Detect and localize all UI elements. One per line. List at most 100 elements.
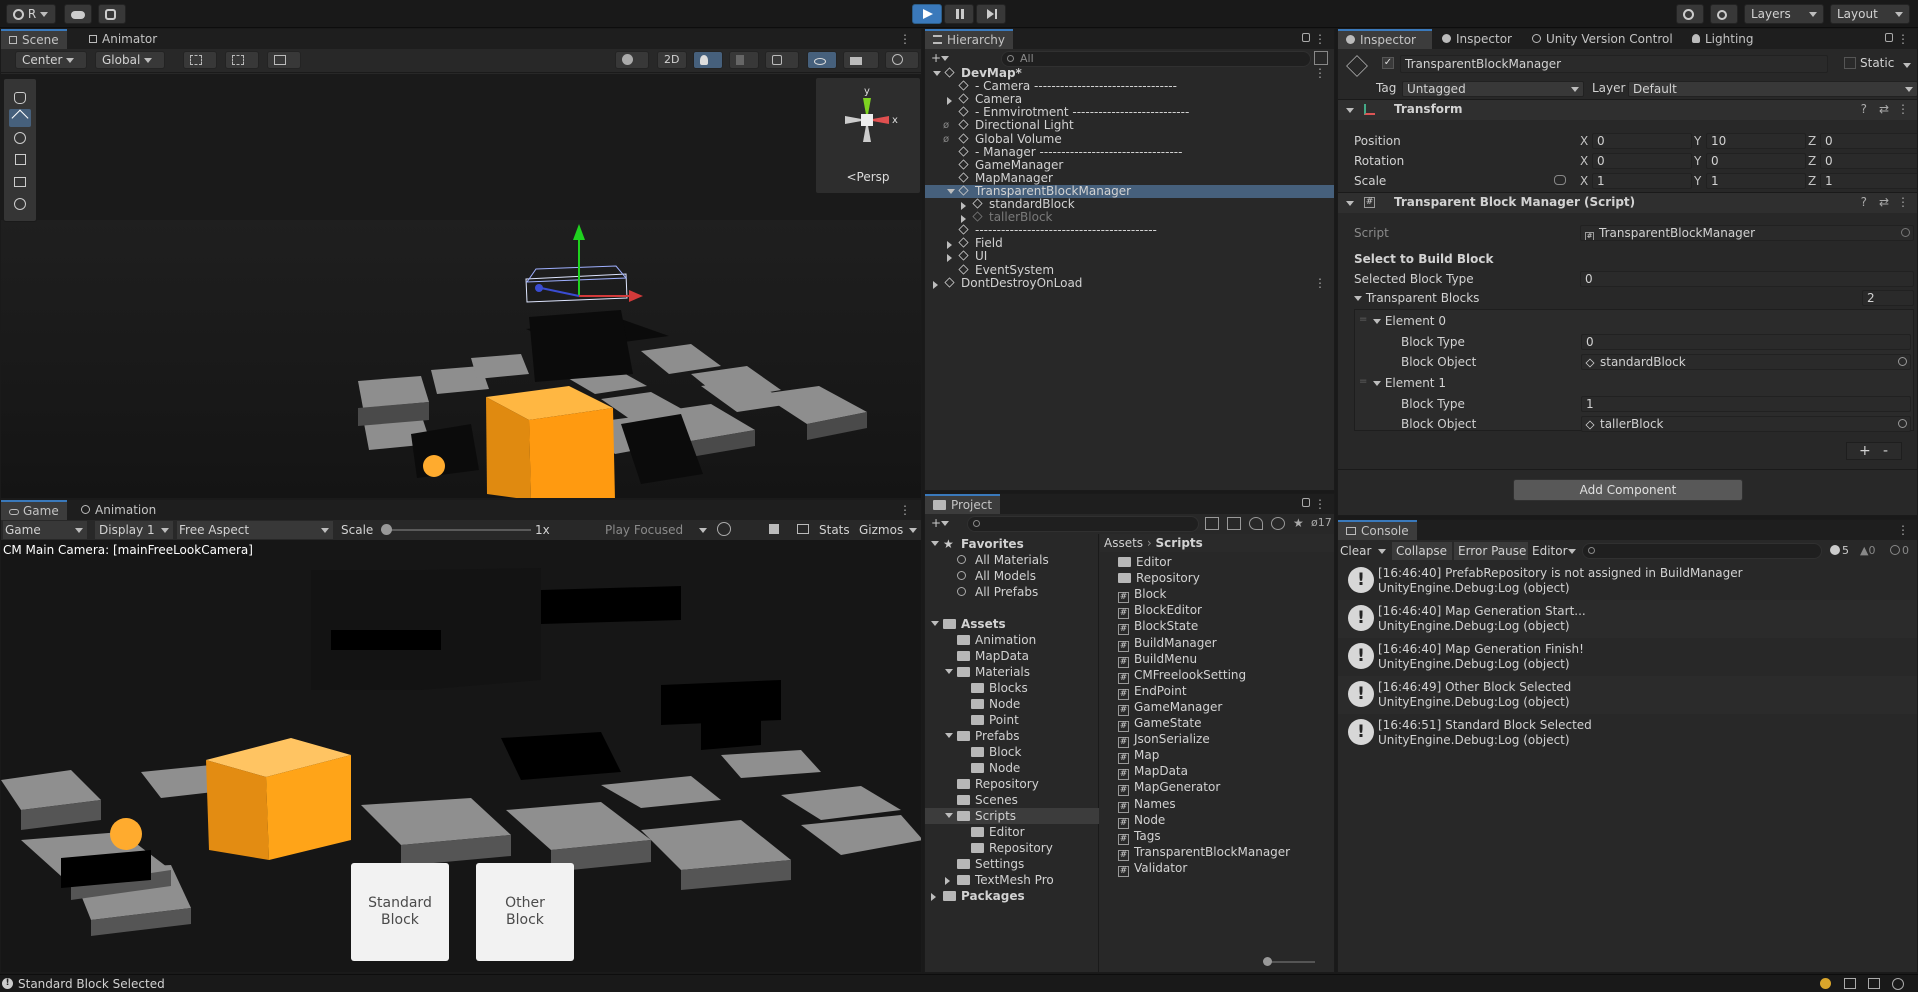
hierarchy-item[interactable]: Camera (925, 93, 1334, 106)
folder-item[interactable]: Editor (1118, 554, 1172, 570)
position-y-field[interactable]: 10 (1706, 133, 1806, 149)
project-search-input[interactable] (967, 516, 1199, 532)
gizmo-button[interactable] (885, 51, 919, 69)
script-item[interactable]: # Names (1118, 796, 1176, 813)
stats-button[interactable]: Stats (819, 521, 850, 539)
script-item[interactable]: # CMFreelookSetting (1118, 667, 1246, 684)
remove-element-button[interactable]: - (1883, 443, 1888, 459)
pause-button[interactable] (944, 4, 974, 24)
script-item[interactable]: # Map (1118, 747, 1159, 765)
space-dropdown[interactable]: Global (95, 51, 165, 69)
error-count-toggle[interactable]: 0 (1890, 542, 1909, 560)
project-tree-item[interactable]: All Prefabs (925, 584, 1099, 600)
element-0-foldout[interactable]: Element 0 (1373, 313, 1446, 329)
more-menu-icon[interactable]: ⋮ (1897, 523, 1909, 537)
expanded-arrow-icon[interactable] (945, 733, 953, 738)
project-tree-item[interactable]: All Models (925, 568, 1099, 584)
lighting-toggle-button[interactable] (693, 51, 723, 69)
camera-settings-button[interactable] (843, 51, 879, 69)
transparent-blocks-foldout[interactable]: Transparent Blocks (1354, 290, 1479, 306)
script-item[interactable]: # GameState (1118, 715, 1202, 732)
tab-animator[interactable]: Animator (81, 29, 165, 49)
lock-icon[interactable] (1302, 498, 1310, 507)
chevron-down-icon[interactable] (1903, 58, 1911, 72)
rotation-y-field[interactable]: 0 (1706, 153, 1806, 169)
rotation-x-field[interactable]: 0 (1592, 153, 1692, 169)
hand-tool-icon[interactable] (9, 89, 31, 107)
transform-tool-icon[interactable] (9, 195, 31, 213)
standard-block-button[interactable]: Standard Block (351, 863, 449, 961)
hierarchy-item[interactable]: tallerBlock (925, 211, 1334, 224)
lock-icon[interactable] (1302, 33, 1310, 42)
gizmos-dropdown[interactable]: Gizmos (859, 521, 919, 539)
expanded-arrow-icon[interactable] (947, 188, 955, 194)
expanded-arrow-icon[interactable] (945, 669, 953, 674)
tag-dropdown[interactable]: Untagged (1402, 81, 1584, 97)
warning-count-toggle[interactable]: ▲0 (1860, 542, 1875, 560)
collapsed-arrow-icon[interactable] (947, 241, 952, 250)
object-name-field[interactable]: TransparentBlockManager (1400, 55, 1828, 73)
help-icon[interactable]: ? (1861, 195, 1867, 209)
increment-snap-button[interactable] (267, 51, 301, 69)
scale-z-field[interactable]: 1 (1820, 173, 1917, 189)
active-checkbox[interactable]: ✓ (1382, 57, 1394, 69)
expanded-arrow-icon[interactable] (931, 541, 939, 546)
script-item[interactable]: # Tags (1118, 828, 1161, 845)
console-entry[interactable]: ! [16:46:40] Map Generation Start... Unity… (1338, 600, 1917, 638)
pivot-dropdown[interactable]: Center (15, 51, 87, 69)
lock-icon[interactable] (1885, 33, 1893, 42)
hierarchy-search-input[interactable]: All (1001, 51, 1311, 67)
position-x-field[interactable]: 0 (1592, 133, 1692, 149)
rotation-z-field[interactable]: 0 (1820, 153, 1917, 169)
effects-button[interactable] (765, 51, 799, 69)
more-menu-icon[interactable]: ⋮ (1314, 497, 1326, 511)
position-z-label[interactable]: Z (1808, 133, 1816, 149)
view-dropdown[interactable]: Game (3, 521, 87, 539)
console-entry[interactable]: ! [16:46:51] Standard Block Selected Unity… (1338, 714, 1917, 752)
project-tree-item[interactable]: Node (925, 760, 1099, 776)
create-asset-dropdown[interactable]: + (931, 516, 957, 532)
element-1-foldout[interactable]: Element 1 (1373, 375, 1446, 391)
visibility-hidden-icon[interactable]: ø (943, 133, 949, 146)
console-search-input[interactable] (1582, 543, 1822, 559)
hierarchy-item[interactable]: Global Volume ø (925, 132, 1334, 146)
script-item[interactable]: # EndPoint (1118, 683, 1187, 700)
help-icon[interactable]: ? (1861, 102, 1867, 116)
script-item[interactable]: # Node (1118, 812, 1165, 829)
services-button[interactable] (98, 4, 126, 24)
console-entry[interactable]: ! [16:46:40] Map Generation Finish! UnityE… (1338, 638, 1917, 676)
visibility-hidden-icon[interactable]: ø (943, 119, 949, 132)
script-item[interactable]: # BlockState (1118, 618, 1198, 636)
console-filter-icon[interactable] (1271, 517, 1285, 530)
drag-handle-icon[interactable]: = (1359, 376, 1367, 387)
search-by-type-icon[interactable] (1205, 517, 1219, 530)
layers-dropdown[interactable]: Layers (1744, 4, 1824, 24)
project-tree-item[interactable]: TextMesh Pro (925, 872, 1099, 888)
scale-x-label[interactable]: X (1580, 173, 1588, 189)
object-picker-icon[interactable] (1898, 357, 1907, 366)
tab-animation[interactable]: Animation (73, 500, 164, 520)
hierarchy-item[interactable]: standardBlock (925, 198, 1334, 211)
hierarchy-item[interactable]: - Manager ------------------------------… (925, 145, 1334, 159)
hierarchy-item[interactable]: MapManager (925, 171, 1334, 185)
tab-game[interactable]: Game (1, 500, 67, 520)
hierarchy-item[interactable]: Directional Light ø (925, 119, 1334, 132)
icon-size-slider[interactable] (1263, 957, 1315, 966)
layer-dropdown[interactable]: Default (1628, 81, 1917, 97)
play-button[interactable] (912, 4, 942, 24)
tab-console[interactable]: Console (1338, 520, 1417, 540)
play-focused-dropdown[interactable]: Play Focused (603, 521, 711, 539)
hierarchy-item[interactable]: EventSystem (925, 263, 1334, 277)
script-component-header[interactable]: # Transparent Block Manager (Script) ? ⇄… (1338, 193, 1917, 213)
object-picker-icon[interactable] (1898, 419, 1907, 428)
breadcrumb-assets[interactable]: Assets (1104, 536, 1143, 550)
search-button[interactable] (1710, 4, 1738, 24)
persp-toggle[interactable]: <Persp (816, 170, 920, 184)
console-entry[interactable]: ! [16:46:40] PrefabRepository is not assi… (1338, 562, 1917, 600)
selected-block-type-field[interactable]: 0 (1580, 271, 1914, 287)
project-tree-item[interactable]: MapData (925, 648, 1099, 664)
position-x-label[interactable]: X (1580, 133, 1588, 149)
constrain-proportions-icon[interactable] (1554, 175, 1566, 185)
game-viewport[interactable]: CM Main Camera: [mainFreeLookCamera] Sta… (1, 540, 921, 972)
script-item[interactable]: # BuildManager (1118, 635, 1217, 652)
